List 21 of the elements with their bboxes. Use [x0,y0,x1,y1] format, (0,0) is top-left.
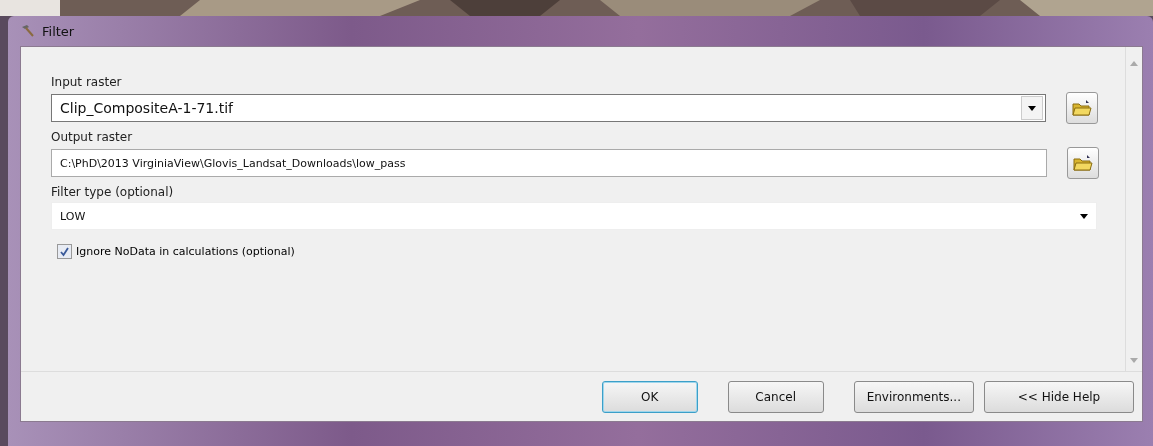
hammer-icon [20,23,36,39]
browse-button[interactable] [1067,147,1099,179]
browse-button[interactable] [1066,92,1098,124]
dropdown-button[interactable] [1021,96,1043,120]
field-label: Output raster [51,130,134,144]
dialog-button[interactable]: OK [601,381,698,413]
checkbox[interactable] [57,244,72,259]
checkbox-label: Ignore NoData in calculations (optional) [76,245,295,258]
window-title: Filter [42,23,75,39]
field-label: Filter type (optional) [51,185,175,199]
folder-icon [1073,154,1093,172]
folder-icon [1072,99,1092,117]
field-label: Input raster [51,75,123,89]
dialog-button[interactable]: << Hide Help [984,381,1134,413]
dialog-button[interactable]: Cancel [727,381,824,413]
caret-icon [1080,213,1088,219]
filter-type-dropdown[interactable]: LOW [51,202,1097,230]
caret-icon [1028,105,1036,111]
input-raster-dropdown[interactable]: Clip_CompositeA-1-71.tif [51,94,1046,122]
dialog-button[interactable]: Environments... [853,381,974,413]
output-raster-field[interactable]: C:\PhD\2013 VirginiaView\Glovis_Landsat_Downloads\low_pass [51,149,1047,177]
